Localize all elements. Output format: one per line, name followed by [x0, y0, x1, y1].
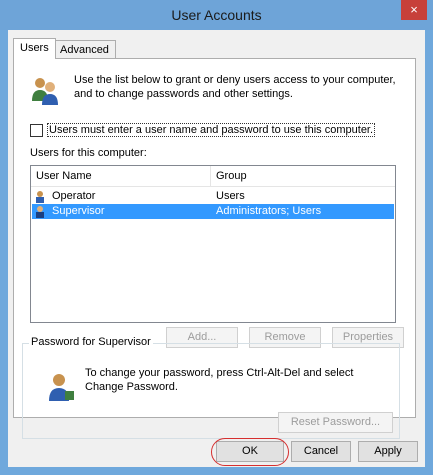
- ok-button-highlight: [211, 438, 289, 466]
- intro-text: Use the list below to grant or deny user…: [74, 74, 396, 100]
- tab-users[interactable]: Users: [13, 38, 56, 59]
- require-password-checkbox[interactable]: [30, 123, 43, 137]
- column-divider[interactable]: [210, 166, 211, 186]
- password-group-title: Password for Supervisor: [29, 336, 153, 348]
- user-accounts-window: User Accounts × Users Advanced Use the l…: [0, 0, 433, 475]
- column-header-group[interactable]: Group: [216, 170, 247, 182]
- password-groupbox: Password for Supervisor To change your p…: [22, 336, 400, 439]
- window-title: User Accounts: [171, 7, 262, 23]
- password-instructions: To change your password, press Ctrl-Alt-…: [85, 367, 354, 393]
- user-icon: [36, 206, 44, 218]
- users-tab-page: Use the list below to grant or deny user…: [13, 58, 416, 439]
- users-list-title: Users for this computer:: [30, 147, 147, 159]
- require-password-checkbox-row[interactable]: Users must enter a user name and passwor…: [30, 123, 376, 137]
- user-password-icon: [49, 374, 74, 401]
- close-button[interactable]: ×: [401, 0, 427, 20]
- require-password-label[interactable]: Users must enter a user name and passwor…: [47, 123, 376, 137]
- users-list[interactable]: User Name Group Operator Users Superviso…: [30, 165, 396, 323]
- user-group-cell: Users: [216, 190, 245, 202]
- table-row-selected[interactable]: Supervisor Administrators; Users: [32, 204, 394, 219]
- apply-button[interactable]: Apply: [358, 441, 418, 462]
- reset-password-button[interactable]: Reset Password...: [278, 412, 393, 433]
- user-icon: [36, 191, 44, 203]
- user-name-cell: Operator: [52, 190, 96, 202]
- dialog-client-area: Users Advanced Use the list below to gra…: [8, 30, 425, 467]
- cancel-button[interactable]: Cancel: [291, 441, 351, 462]
- title-bar[interactable]: User Accounts ×: [0, 0, 433, 30]
- user-name-cell: Supervisor: [52, 205, 105, 217]
- table-row[interactable]: Operator Users: [32, 189, 394, 204]
- users-icon: [32, 78, 58, 105]
- column-header-user-name[interactable]: User Name: [36, 170, 92, 182]
- tab-advanced[interactable]: Advanced: [53, 40, 116, 59]
- list-header: User Name Group: [31, 166, 395, 187]
- user-group-cell: Administrators; Users: [216, 205, 322, 217]
